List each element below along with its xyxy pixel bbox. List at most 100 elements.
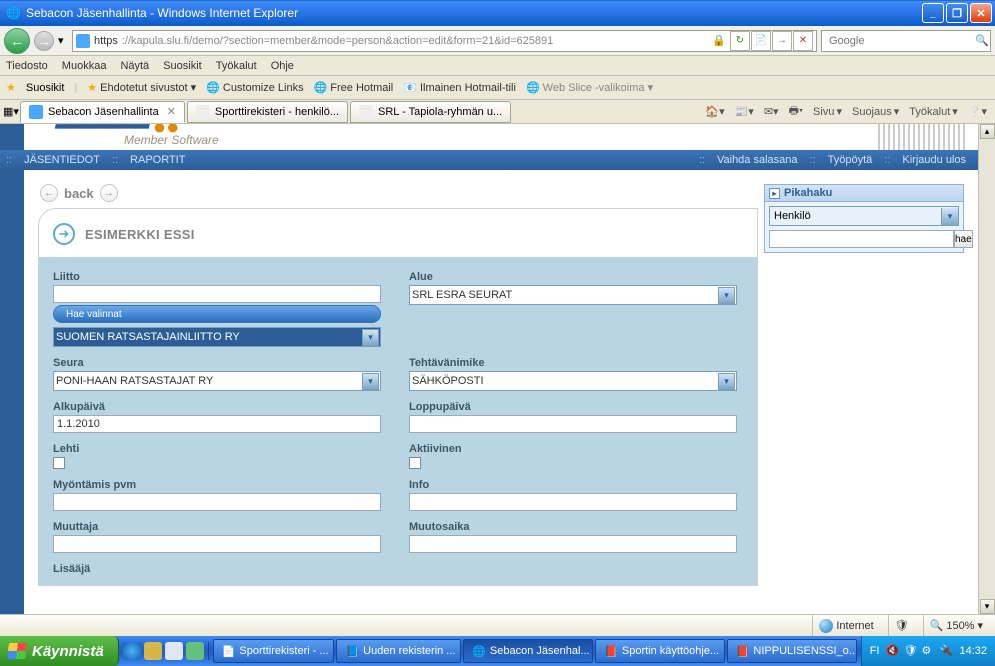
menu-suosikit[interactable]: Suosikit (163, 60, 202, 72)
menu-jasentiedot[interactable]: JÄSENTIEDOT (18, 154, 106, 166)
zoom-control[interactable]: 🔍 150% ▾ (923, 615, 989, 636)
forward-circle-button[interactable]: → (100, 184, 118, 202)
input-muutosaika[interactable] (409, 535, 737, 553)
site-icon (76, 34, 90, 48)
pikahaku-search-button[interactable]: hae (954, 230, 973, 248)
checkbox-lehti[interactable] (53, 457, 65, 469)
back-circle-button[interactable]: ← (40, 184, 58, 202)
fav-suggested[interactable]: ★Ehdotetut sivustot ▾ (87, 81, 196, 94)
tray-icon[interactable]: 🛡 (903, 644, 917, 658)
select-alue[interactable]: SRL ESRA SEURAT ▾ (409, 285, 737, 305)
maximize-button[interactable]: ❐ (946, 3, 968, 23)
input-info[interactable] (409, 493, 737, 511)
menu-tiedosto[interactable]: Tiedosto (6, 60, 48, 72)
search-input[interactable] (829, 35, 971, 47)
favorites-label[interactable]: Suosikit (26, 82, 65, 94)
fav-customize-links[interactable]: 🌐Customize Links (206, 81, 303, 94)
ie-icon: 🌐 (6, 6, 21, 20)
task-sporttirekisteri[interactable]: 📄 Sporttirekisteri - ... (213, 639, 335, 663)
tool-help-icon[interactable]: ❔▾ (968, 105, 987, 118)
fav-free-hotmail[interactable]: 🌐Free Hotmail (314, 81, 394, 94)
task-nippulisenssi[interactable]: 📕 NIPPULISENSSI_o... (727, 639, 857, 663)
window-title: Sebacon Jäsenhallinta - Windows Internet… (26, 6, 298, 20)
status-zone: Internet (812, 615, 879, 636)
form-card: ➜ ESIMERKKI ESSI Liitto Hae valinnat (38, 208, 758, 586)
menu-ohje[interactable]: Ohje (271, 60, 294, 72)
pikahaku-input[interactable] (769, 230, 954, 248)
menu-tyopoyta[interactable]: Työpöytä (822, 154, 879, 166)
search-bar[interactable]: 🔍 (821, 30, 991, 52)
refresh-button[interactable]: ↻ (730, 31, 750, 51)
task-uuden-rekisterin[interactable]: 📘 Uuden rekisterin ... (336, 639, 461, 663)
tool-feed-icon[interactable]: 📰▾ (735, 105, 754, 118)
tab-sporttirekisteri[interactable]: Sporttirekisteri - henkilö... (187, 101, 348, 123)
tool-mail-icon[interactable]: ✉▾ (764, 105, 779, 118)
button-hae-valinnat[interactable]: Hae valinnat (53, 305, 381, 323)
scroll-down-button[interactable]: ▾ (980, 599, 995, 614)
tab-close-icon[interactable]: ✕ (167, 105, 176, 118)
tray-icon[interactable]: ⚙ (921, 644, 935, 658)
card-title: ESIMERKKI ESSI (85, 227, 195, 242)
minimize-button[interactable]: _ (922, 3, 944, 23)
forward-button[interactable]: → (34, 31, 54, 51)
select-tehtavanimike[interactable]: SÄHKÖPOSTI ▾ (409, 371, 737, 391)
tool-home-icon[interactable]: 🏠▾ (705, 105, 724, 118)
close-button[interactable]: ✕ (970, 3, 992, 23)
tool-page[interactable]: Sivu ▾ (813, 105, 842, 118)
checkbox-aktiivinen[interactable] (409, 457, 421, 469)
pikahaku-type-select[interactable]: Henkilö ▾ (769, 206, 959, 226)
quicklaunch-icon[interactable] (165, 642, 183, 660)
label-alue: Alue (409, 271, 737, 283)
tray-icon[interactable]: 🔇 (885, 644, 899, 658)
chevron-down-icon: ▾ (718, 287, 735, 304)
tray-icon[interactable]: 🔌 (939, 644, 953, 658)
menu-raportit[interactable]: RAPORTIT (124, 154, 191, 166)
select-liitto-org[interactable]: SUOMEN RATSASTAJAINLIITTO RY ▾ (53, 327, 381, 347)
tool-print-icon[interactable]: 🖶▾ (789, 102, 803, 121)
start-button[interactable]: Käynnistä (0, 636, 119, 666)
vertical-scrollbar[interactable]: ▴ ▾ (978, 124, 995, 614)
tool-security[interactable]: Suojaus ▾ (852, 105, 899, 118)
task-sebacon[interactable]: 🌐 Sebacon Jäsenhal... (463, 639, 593, 663)
select-value: SUOMEN RATSASTAJAINLIITTO RY (56, 331, 240, 343)
input-muuttaja[interactable] (53, 535, 381, 553)
collapse-icon[interactable]: ▸ (769, 188, 780, 199)
select-seura[interactable]: PONI-HAAN RATSASTAJAT RY ▾ (53, 371, 381, 391)
select-value: PONI-HAAN RATSASTAJAT RY (56, 375, 213, 387)
quicklaunch-icon[interactable] (144, 642, 162, 660)
menu-nayta[interactable]: Näytä (120, 60, 149, 72)
input-liitto[interactable] (53, 285, 381, 303)
tab-srl[interactable]: SRL - Tapiola-ryhmän u... (350, 101, 511, 123)
search-icon[interactable]: 🔍 (975, 34, 989, 47)
input-alkupaiva[interactable] (53, 415, 381, 433)
menu-kirjaudu-ulos[interactable]: Kirjaudu ulos (896, 154, 972, 166)
tool-tools[interactable]: Työkalut ▾ (909, 105, 958, 118)
tab-favicon (196, 105, 210, 119)
fav-ilmainen-hotmail[interactable]: 📧Ilmainen Hotmail-tili (403, 81, 516, 94)
url-input[interactable] (122, 35, 708, 47)
fav-web-slice[interactable]: 🌐Web Slice -valikoima ▾ (526, 81, 653, 94)
nav-history-dropdown[interactable]: ▾ (58, 34, 68, 47)
go-button[interactable]: → (772, 31, 792, 51)
back-label[interactable]: back (64, 186, 94, 201)
system-tray[interactable]: FI 🔇 🛡 ⚙ 🔌 14:32 (861, 636, 995, 666)
lang-indicator[interactable]: FI (870, 645, 880, 657)
stop-button[interactable]: ✕ (793, 31, 813, 51)
quicklaunch-icon[interactable] (123, 642, 141, 660)
menu-tyokalut[interactable]: Työkalut (216, 60, 257, 72)
back-button[interactable]: ← (4, 28, 30, 54)
compat-button[interactable]: 📄 (751, 31, 771, 51)
menu-vaihda-salasana[interactable]: Vaihda salasana (711, 154, 804, 166)
task-sportin-kayttoohje[interactable]: 📕 Sportin käyttöohje... (595, 639, 725, 663)
quicklaunch-icon[interactable] (186, 642, 204, 660)
clock[interactable]: 14:32 (959, 645, 987, 657)
address-bar[interactable]: https 🔒 ↻ 📄 → ✕ (72, 30, 817, 52)
menu-muokkaa[interactable]: Muokkaa (62, 60, 107, 72)
quicktabs-icon[interactable]: ▦▾ (3, 105, 19, 118)
input-loppupaiva[interactable] (409, 415, 737, 433)
tab-favicon (29, 105, 43, 119)
tab-sebacon[interactable]: Sebacon Jäsenhallinta ✕ (20, 101, 185, 123)
input-myontamis-pvm[interactable] (53, 493, 381, 511)
favorites-star-icon[interactable]: ★ (6, 81, 16, 94)
scroll-up-button[interactable]: ▴ (980, 124, 995, 139)
